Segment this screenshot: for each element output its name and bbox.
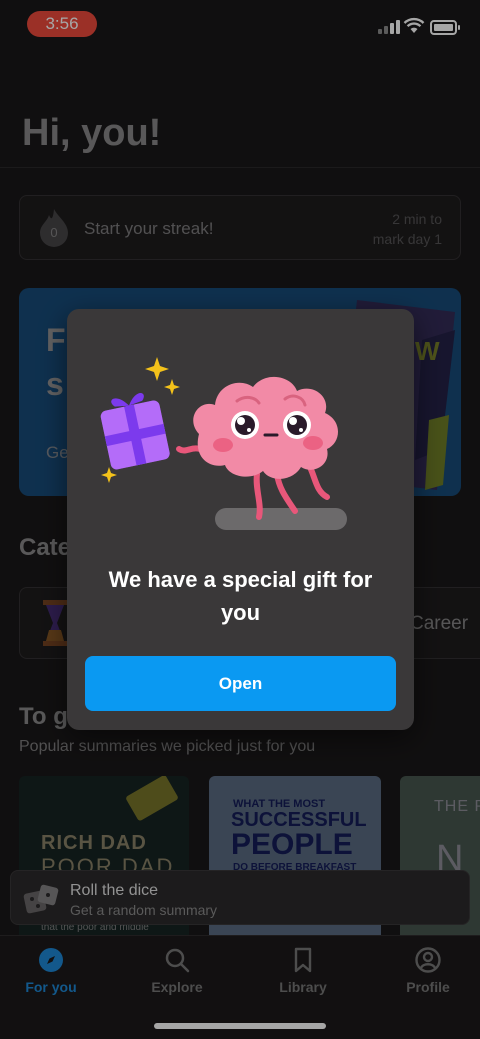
gift-brain-illustration [100,357,347,530]
gift-modal-title: We have a special gift for you [108,567,373,625]
gift-modal: We have a special gift for you Open [67,309,414,730]
open-gift-button[interactable]: Open [85,656,396,711]
